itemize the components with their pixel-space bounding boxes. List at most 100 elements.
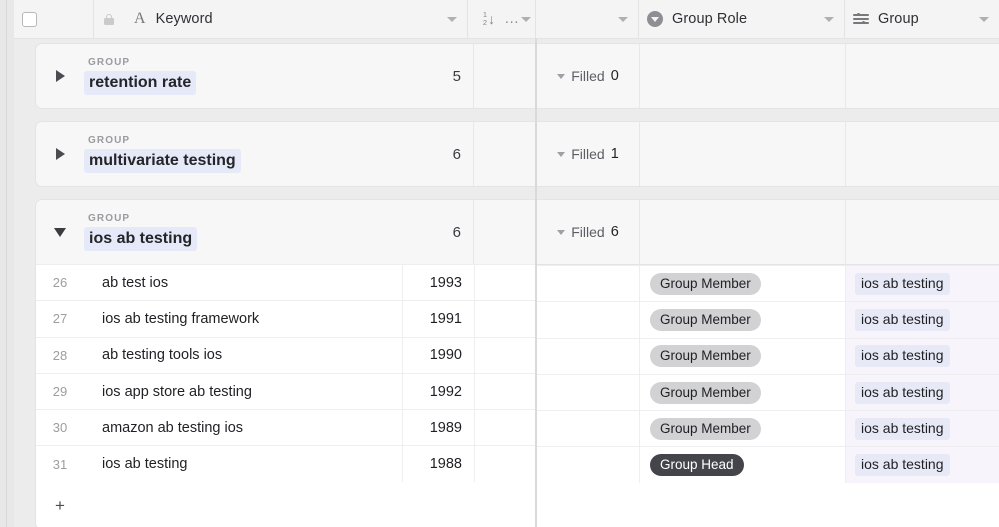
group-collapse-toggle[interactable] xyxy=(36,44,84,108)
cell-number[interactable]: 1989 xyxy=(402,410,474,446)
group-filled-cell[interactable]: Filled 6 xyxy=(537,200,640,264)
table-row-right[interactable]: Group Member ios ab testing xyxy=(537,373,999,411)
cell-group[interactable]: ios ab testing xyxy=(846,302,999,338)
cell-tail[interactable] xyxy=(474,301,535,337)
group-card[interactable]: GROUP ios ab testing 6 26 ab test ios 19… xyxy=(35,199,535,527)
overflow-menu-icon[interactable]: … xyxy=(504,11,520,26)
grid-right-pane[interactable]: Filled 0 Filled 1 Filled 6 Group Member … xyxy=(537,39,999,527)
table-row[interactable]: 29 ios app store ab testing 1992 xyxy=(36,372,535,410)
sort-number-icon[interactable]: 12 ↓ xyxy=(483,11,495,27)
cell-tail[interactable] xyxy=(474,446,535,482)
group-name[interactable]: ios ab testing xyxy=(84,227,198,251)
group-chip[interactable]: ios ab testing xyxy=(855,381,950,404)
cell-tail[interactable] xyxy=(474,337,535,373)
cell-group[interactable]: ios ab testing xyxy=(846,411,999,447)
triangle-right-icon[interactable] xyxy=(55,70,65,82)
group-filled-cell[interactable]: Filled 0 xyxy=(537,44,640,108)
select-all-checkbox[interactable] xyxy=(22,11,37,27)
group-header-row[interactable]: GROUP retention rate 5 xyxy=(36,44,535,108)
header-column-blank[interactable] xyxy=(536,0,639,38)
table-row-right[interactable]: Group Member ios ab testing xyxy=(537,337,999,374)
cell-keyword[interactable]: ab test ios xyxy=(84,265,402,300)
plus-icon[interactable]: + xyxy=(36,497,84,514)
cell-group-role[interactable]: Group Member xyxy=(640,266,846,302)
cell-number[interactable]: 1993 xyxy=(402,265,474,301)
table-row[interactable]: 28 ab testing tools ios 1990 xyxy=(36,336,535,373)
group-chip[interactable]: ios ab testing xyxy=(855,272,950,295)
chevron-down-icon[interactable] xyxy=(447,17,457,22)
table-row-right[interactable]: Group Member ios ab testing xyxy=(537,410,999,447)
chevron-down-icon[interactable] xyxy=(618,17,628,22)
vertical-scrollbar[interactable] xyxy=(0,0,14,527)
status-badge[interactable]: Group Member xyxy=(650,272,761,295)
group-card[interactable]: GROUP multivariate testing 6 xyxy=(35,121,535,187)
table-row[interactable]: 26 ab test ios 1993 xyxy=(36,264,535,301)
cell-group-role[interactable]: Group Member xyxy=(640,374,846,411)
cell-group-role[interactable]: Group Head xyxy=(640,447,846,483)
cell-keyword[interactable]: amazon ab testing ios xyxy=(84,410,402,445)
table-row[interactable]: 31 ios ab testing 1988 xyxy=(36,445,535,482)
cell-keyword[interactable]: ios app store ab testing xyxy=(84,374,402,409)
cell-number[interactable]: 1990 xyxy=(402,337,474,373)
cell-group[interactable]: ios ab testing xyxy=(846,374,999,411)
cell-blank[interactable] xyxy=(537,338,640,374)
group-chip[interactable]: ios ab testing xyxy=(855,454,950,477)
cell-group-role[interactable]: Group Member xyxy=(640,302,846,338)
cell-keyword[interactable]: ios ab testing framework xyxy=(84,301,402,336)
group-chip[interactable]: ios ab testing xyxy=(855,417,950,440)
group-expand-toggle[interactable] xyxy=(36,200,84,264)
group-header-row[interactable]: GROUP multivariate testing 6 xyxy=(36,122,535,186)
cell-keyword[interactable]: ab testing tools ios xyxy=(84,338,402,373)
cell-group[interactable]: ios ab testing xyxy=(846,266,999,302)
table-row-right[interactable]: Group Head ios ab testing xyxy=(537,446,999,483)
status-badge[interactable]: Group Member xyxy=(650,381,761,404)
chevron-down-icon[interactable] xyxy=(557,229,566,235)
group-filled-cell[interactable]: Filled 1 xyxy=(537,122,640,186)
header-column-group[interactable]: Group xyxy=(845,0,999,38)
cell-tail[interactable] xyxy=(474,373,535,410)
group-name[interactable]: multivariate testing xyxy=(84,149,241,173)
cell-number[interactable]: 1991 xyxy=(402,301,474,337)
chevron-down-icon[interactable] xyxy=(557,151,566,157)
header-column-sort[interactable]: 12 ↓ … xyxy=(468,0,536,38)
group-card[interactable]: GROUP retention rate 5 xyxy=(35,43,535,109)
cell-blank[interactable] xyxy=(537,411,640,447)
grid-left-pane[interactable]: GROUP retention rate 5 GROUP multivariat… xyxy=(14,39,535,527)
cell-blank[interactable] xyxy=(537,302,640,338)
group-chip[interactable]: ios ab testing xyxy=(855,345,950,368)
cell-tail[interactable] xyxy=(474,265,535,301)
table-row[interactable]: 30 amazon ab testing ios 1989 xyxy=(36,409,535,446)
cell-blank[interactable] xyxy=(537,266,640,302)
cell-keyword[interactable]: ios ab testing xyxy=(84,446,402,481)
cell-group-role[interactable]: Group Member xyxy=(640,411,846,447)
group-chip[interactable]: ios ab testing xyxy=(855,308,950,331)
cell-group[interactable]: ios ab testing xyxy=(846,338,999,374)
cell-group[interactable]: ios ab testing xyxy=(846,447,999,483)
header-select-all[interactable] xyxy=(14,0,94,38)
status-badge[interactable]: Group Member xyxy=(650,417,761,440)
status-badge[interactable]: Group Head xyxy=(650,454,744,477)
chevron-down-icon[interactable] xyxy=(979,17,989,22)
header-column-group-role[interactable]: Group Role xyxy=(639,0,845,38)
group-name[interactable]: retention rate xyxy=(84,71,197,95)
table-row-right[interactable]: Group Member ios ab testing xyxy=(537,265,999,302)
status-badge[interactable]: Group Member xyxy=(650,308,761,331)
triangle-right-icon[interactable] xyxy=(55,148,65,160)
status-badge[interactable]: Group Member xyxy=(650,345,761,368)
cell-number[interactable]: 1992 xyxy=(402,373,474,410)
chevron-down-icon[interactable] xyxy=(557,73,566,79)
chevron-down-icon[interactable] xyxy=(824,17,834,22)
header-column-keyword[interactable]: A Keyword xyxy=(94,0,468,38)
chevron-down-icon[interactable] xyxy=(521,17,531,22)
group-header-row[interactable]: GROUP ios ab testing 6 xyxy=(36,200,535,264)
cell-number[interactable]: 1988 xyxy=(402,446,474,482)
add-row-button[interactable]: + xyxy=(36,481,535,527)
cell-group-role[interactable]: Group Member xyxy=(640,338,846,374)
triangle-down-icon[interactable] xyxy=(54,227,66,237)
table-row[interactable]: 27 ios ab testing framework 1991 xyxy=(36,300,535,337)
scrollbar-track[interactable] xyxy=(6,0,7,527)
cell-blank[interactable] xyxy=(537,447,640,483)
cell-tail[interactable] xyxy=(474,410,535,446)
group-collapse-toggle[interactable] xyxy=(36,122,84,186)
table-row-right[interactable]: Group Member ios ab testing xyxy=(537,301,999,338)
